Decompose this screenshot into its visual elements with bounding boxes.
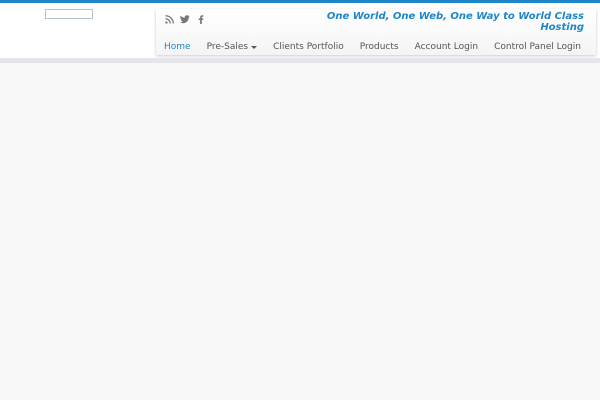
nav-item-clients-portfolio[interactable]: Clients Portfolio — [265, 42, 352, 52]
nav-item-label: Control Panel Login — [494, 42, 581, 52]
nav-item-pre-sales[interactable]: Pre-Sales — [199, 42, 266, 52]
twitter-icon[interactable] — [180, 14, 190, 24]
site-logo[interactable] — [45, 9, 93, 19]
nav-item-label: Products — [359, 42, 399, 52]
nav-item-label: Pre-Sales — [206, 42, 249, 52]
main-content-area — [0, 63, 600, 400]
header-panel: One World, One Web, One Way to World Cla… — [156, 9, 596, 55]
nav-item-label: Home — [164, 42, 191, 52]
nav-item-label: Account Login — [414, 42, 479, 52]
site-tagline: One World, One Web, One Way to World Cla… — [326, 11, 584, 33]
nav-item-account-login[interactable]: Account Login — [407, 42, 486, 52]
site-header: One World, One Web, One Way to World Cla… — [0, 3, 600, 58]
nav-item-control-panel-login[interactable]: Control Panel Login — [486, 42, 589, 52]
nav-item-label: Clients Portfolio — [273, 42, 344, 52]
caret-down-icon — [251, 45, 258, 49]
nav-item-home[interactable]: Home — [156, 42, 199, 52]
main-navigation: Home Pre-Sales Clients Portfolio Product… — [156, 39, 589, 55]
nav-item-products[interactable]: Products — [352, 42, 407, 52]
social-links — [164, 14, 206, 24]
rss-icon[interactable] — [164, 14, 174, 24]
facebook-icon[interactable] — [196, 14, 206, 24]
